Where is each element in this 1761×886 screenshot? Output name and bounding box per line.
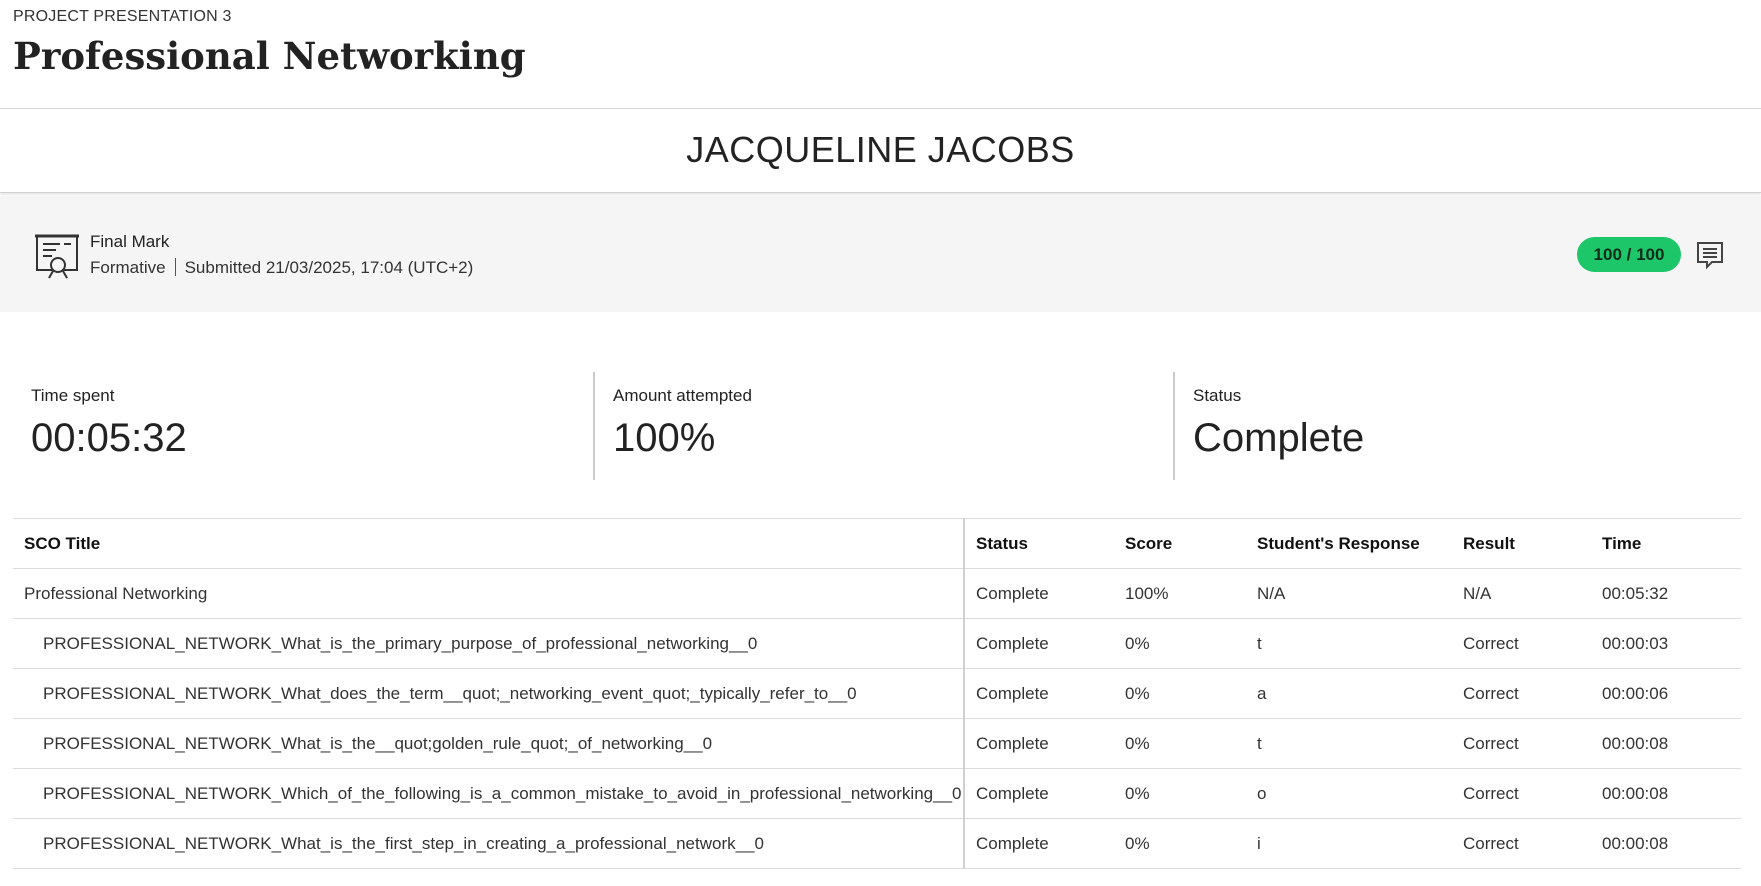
cell-response: N/A bbox=[1246, 568, 1452, 619]
cell-time: 00:00:03 bbox=[1591, 618, 1741, 669]
table-row: PROFESSIONAL_NETWORK_What_does_the_term_… bbox=[13, 668, 1741, 719]
cell-result: N/A bbox=[1452, 568, 1591, 619]
cell-response: o bbox=[1246, 768, 1452, 819]
cell-sco-title: PROFESSIONAL_NETWORK_What_is_the__quot;g… bbox=[13, 718, 965, 769]
cell-score: 0% bbox=[1114, 668, 1246, 719]
column-header-result: Result bbox=[1452, 518, 1591, 569]
stat-amount-attempted: Amount attempted 100% bbox=[593, 372, 1173, 480]
cell-score: 100% bbox=[1114, 568, 1246, 619]
table-row: PROFESSIONAL_NETWORK_Which_of_the_follow… bbox=[13, 768, 1741, 819]
stat-value: 00:05:32 bbox=[31, 416, 187, 460]
table-row: PROFESSIONAL_NETWORK_What_is_the_first_s… bbox=[13, 818, 1741, 869]
cell-sco-title: Professional Networking bbox=[13, 568, 965, 619]
cell-sco-title: PROFESSIONAL_NETWORK_What_does_the_term_… bbox=[13, 668, 965, 719]
page-header: PROJECT PRESENTATION 3 Professional Netw… bbox=[0, 0, 1761, 109]
stat-label: Status bbox=[1193, 386, 1242, 405]
cell-response: a bbox=[1246, 668, 1452, 719]
student-name: JACQUELINE JACOBS bbox=[686, 129, 1075, 170]
column-header-sco-title: SCO Title bbox=[13, 518, 965, 569]
course-label: PROJECT PRESENTATION 3 bbox=[13, 8, 232, 25]
cell-score: 0% bbox=[1114, 818, 1246, 869]
stat-label: Amount attempted bbox=[613, 386, 752, 405]
table-row: Professional Networking Complete 100% N/… bbox=[13, 568, 1741, 619]
cell-score: 0% bbox=[1114, 618, 1246, 669]
cell-status: Complete bbox=[964, 768, 1114, 819]
column-header-response: Student's Response bbox=[1246, 518, 1452, 569]
assessment-type: Formative bbox=[90, 258, 166, 277]
cell-result: Correct bbox=[1452, 668, 1591, 719]
submitted-timestamp: Submitted 21/03/2025, 17:04 (UTC+2) bbox=[184, 258, 474, 277]
cell-time: 00:00:06 bbox=[1591, 668, 1741, 719]
stat-value: 100% bbox=[613, 416, 716, 460]
cell-status: Complete bbox=[964, 568, 1114, 619]
column-header-time: Time bbox=[1591, 518, 1741, 569]
score-badge: 100 / 100 bbox=[1577, 237, 1681, 272]
sco-results-table: SCO Title Status Score Student's Respons… bbox=[13, 518, 1741, 869]
cell-response: t bbox=[1246, 718, 1452, 769]
comment-icon[interactable] bbox=[1695, 240, 1725, 270]
stat-label: Time spent bbox=[31, 386, 115, 405]
cell-sco-title: PROFESSIONAL_NETWORK_What_is_the_primary… bbox=[13, 618, 965, 669]
cell-status: Complete bbox=[964, 718, 1114, 769]
column-header-score: Score bbox=[1114, 518, 1246, 569]
cell-time: 00:00:08 bbox=[1591, 768, 1741, 819]
cell-status: Complete bbox=[964, 668, 1114, 719]
divider bbox=[174, 258, 176, 276]
cell-result: Correct bbox=[1452, 768, 1591, 819]
cell-time: 00:05:32 bbox=[1591, 568, 1741, 619]
cell-status: Complete bbox=[964, 818, 1114, 869]
cell-sco-title: PROFESSIONAL_NETWORK_Which_of_the_follow… bbox=[13, 768, 965, 819]
cell-result: Correct bbox=[1452, 618, 1591, 669]
cell-time: 00:00:08 bbox=[1591, 718, 1741, 769]
table-row: PROFESSIONAL_NETWORK_What_is_the_primary… bbox=[13, 618, 1741, 669]
stat-status: Status Complete bbox=[1173, 372, 1749, 480]
student-bar: JACQUELINE JACOBS bbox=[0, 109, 1761, 193]
cell-score: 0% bbox=[1114, 718, 1246, 769]
stat-value: Complete bbox=[1193, 416, 1365, 460]
stat-time-spent: Time spent 00:05:32 bbox=[13, 372, 593, 480]
cell-result: Correct bbox=[1452, 718, 1591, 769]
certificate-icon bbox=[35, 234, 79, 279]
column-header-status: Status bbox=[964, 518, 1114, 569]
cell-status: Complete bbox=[964, 618, 1114, 669]
cell-response: i bbox=[1246, 818, 1452, 869]
table-header-row: SCO Title Status Score Student's Respons… bbox=[13, 518, 1741, 569]
final-mark-title: Final Mark bbox=[90, 232, 170, 251]
cell-sco-title: PROFESSIONAL_NETWORK_What_is_the_first_s… bbox=[13, 818, 965, 869]
final-mark-panel: Final Mark Formative Submitted 21/03/2025… bbox=[0, 196, 1761, 312]
page-title: Professional Networking bbox=[13, 34, 526, 78]
cell-time: 00:00:08 bbox=[1591, 818, 1741, 869]
summary-stats: Time spent 00:05:32 Amount attempted 100… bbox=[13, 372, 1749, 480]
cell-score: 0% bbox=[1114, 768, 1246, 819]
table-row: PROFESSIONAL_NETWORK_What_is_the__quot;g… bbox=[13, 718, 1741, 769]
cell-response: t bbox=[1246, 618, 1452, 669]
final-mark-details: Formative Submitted 21/03/2025, 17:04 (UT… bbox=[90, 258, 473, 278]
cell-result: Correct bbox=[1452, 818, 1591, 869]
